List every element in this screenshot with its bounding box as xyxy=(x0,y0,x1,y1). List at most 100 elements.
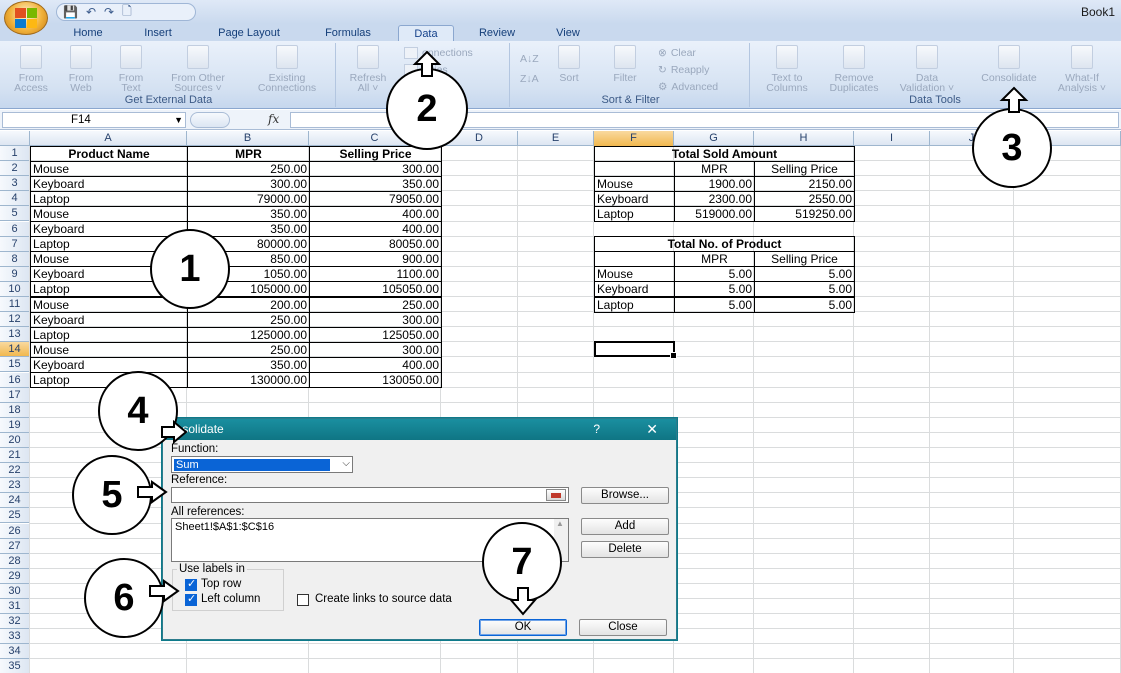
row-header-30[interactable]: 30 xyxy=(0,583,30,599)
cell[interactable]: Keyboard xyxy=(30,221,188,238)
row-header-4[interactable]: 4 xyxy=(0,191,30,207)
cell[interactable]: Keyboard xyxy=(30,311,188,328)
help-icon[interactable]: ? xyxy=(593,419,600,440)
row-header-13[interactable]: 13 xyxy=(0,327,30,343)
text-to-columns-button[interactable]: Text to Columns xyxy=(758,45,816,93)
row-header-10[interactable]: 10 xyxy=(0,281,30,297)
formula-controls[interactable] xyxy=(190,112,230,128)
office-button[interactable] xyxy=(4,1,48,35)
row-header-2[interactable]: 2 xyxy=(0,161,30,177)
tab-view[interactable]: View xyxy=(540,25,596,41)
cell[interactable]: Selling Price xyxy=(754,251,855,268)
cell[interactable]: 2550.00 xyxy=(754,190,855,207)
cell[interactable]: 5.00 xyxy=(674,296,755,313)
tab-home[interactable]: Home xyxy=(62,25,114,41)
cell[interactable]: Laptop xyxy=(594,296,675,313)
cell[interactable]: 1900.00 xyxy=(674,175,755,192)
cell[interactable]: 300.00 xyxy=(309,341,442,358)
cell[interactable]: Mouse xyxy=(30,160,188,177)
row-header-32[interactable]: 32 xyxy=(0,614,30,630)
what-if-analysis-button[interactable]: What-If Analysis ˅ xyxy=(1050,45,1114,93)
save-icon[interactable]: 💾 xyxy=(63,5,78,19)
cell[interactable]: 900.00 xyxy=(309,251,442,268)
cell[interactable]: Keyboard xyxy=(30,175,188,192)
cell[interactable]: 105050.00 xyxy=(309,281,442,298)
cell[interactable]: Keyboard xyxy=(594,190,675,207)
cell[interactable]: 80050.00 xyxy=(309,236,442,253)
cell[interactable]: 400.00 xyxy=(309,205,442,222)
column-header-g[interactable]: G xyxy=(674,131,754,146)
row-header-35[interactable]: 35 xyxy=(0,659,30,673)
add-button[interactable]: Add xyxy=(581,518,669,535)
cell[interactable]: 250.00 xyxy=(187,160,310,177)
row-header-33[interactable]: 33 xyxy=(0,629,30,645)
row-header-16[interactable]: 16 xyxy=(0,372,30,388)
row-header-6[interactable]: 6 xyxy=(0,221,30,237)
cell[interactable]: 130050.00 xyxy=(309,372,442,389)
close-button[interactable]: Close xyxy=(579,619,667,636)
cell[interactable]: 5.00 xyxy=(674,266,755,283)
tab-formulas[interactable]: Formulas xyxy=(312,25,384,41)
active-cell-f14[interactable] xyxy=(594,341,677,359)
row-header-27[interactable]: 27 xyxy=(0,538,30,554)
delete-button[interactable]: Delete xyxy=(581,541,669,558)
name-box[interactable]: F14 ▼ xyxy=(2,112,186,128)
refresh-all-button[interactable]: Refresh All ˅ xyxy=(342,45,394,93)
from-web-button[interactable]: From Web xyxy=(58,45,104,93)
row-header-21[interactable]: 21 xyxy=(0,448,30,464)
row-header-18[interactable]: 18 xyxy=(0,402,30,418)
cell[interactable]: 250.00 xyxy=(309,296,442,313)
cell[interactable]: 1100.00 xyxy=(309,266,442,283)
browse-button[interactable]: Browse... xyxy=(581,487,669,504)
row-header-1[interactable]: 1 xyxy=(0,146,30,162)
cell[interactable]: Product Name xyxy=(30,145,188,162)
cell[interactable]: Mouse xyxy=(30,205,188,222)
advanced-button[interactable]: ⚙ Advanced xyxy=(658,81,718,93)
cell[interactable]: Total No. of Product xyxy=(594,236,855,253)
cell[interactable]: Keyboard xyxy=(30,356,188,373)
row-header-29[interactable]: 29 xyxy=(0,568,30,584)
cell[interactable]: Laptop xyxy=(594,205,675,222)
top-row-checkbox[interactable] xyxy=(185,577,197,591)
from-text-button[interactable]: From Text xyxy=(108,45,154,93)
cell[interactable]: 300.00 xyxy=(187,175,310,192)
print-preview-icon[interactable]: 🗋 xyxy=(122,2,132,23)
undo-icon[interactable]: ↶ xyxy=(86,5,96,19)
cell[interactable]: 300.00 xyxy=(309,160,442,177)
cell[interactable]: 300.00 xyxy=(309,311,442,328)
cell[interactable]: MPR xyxy=(674,160,755,177)
row-header-5[interactable]: 5 xyxy=(0,206,30,222)
reference-input[interactable] xyxy=(171,487,569,503)
column-header-b[interactable]: B xyxy=(187,131,309,146)
consolidate-button[interactable]: Consolidate xyxy=(970,45,1048,83)
column-header-i[interactable]: I xyxy=(854,131,930,146)
close-icon[interactable]: ✕ xyxy=(646,419,658,440)
row-header-20[interactable]: 20 xyxy=(0,432,30,448)
row-header-3[interactable]: 3 xyxy=(0,176,30,192)
row-header-31[interactable]: 31 xyxy=(0,599,30,615)
row-header-7[interactable]: 7 xyxy=(0,236,30,252)
row-header-28[interactable]: 28 xyxy=(0,553,30,569)
cell[interactable]: 130000.00 xyxy=(187,372,310,389)
tab-page-layout[interactable]: Page Layout xyxy=(206,25,292,41)
cell[interactable]: Selling Price xyxy=(754,160,855,177)
cell[interactable]: Laptop xyxy=(30,190,188,207)
redo-icon[interactable]: ↷ xyxy=(104,5,114,19)
collapse-dialog-icon[interactable] xyxy=(546,489,566,501)
cell[interactable]: 350.00 xyxy=(187,356,310,373)
row-header-22[interactable]: 22 xyxy=(0,463,30,479)
cell[interactable]: 2300.00 xyxy=(674,190,755,207)
row-header-26[interactable]: 26 xyxy=(0,523,30,539)
cell[interactable]: Mouse xyxy=(594,266,675,283)
list-item[interactable]: Sheet1!$A$1:$C$16 xyxy=(175,521,274,533)
row-header-15[interactable]: 15 xyxy=(0,357,30,373)
cell[interactable]: 79050.00 xyxy=(309,190,442,207)
row-header-34[interactable]: 34 xyxy=(0,644,30,660)
filter-button[interactable]: Filter xyxy=(604,45,646,83)
chevron-down-icon[interactable]: ▼ xyxy=(174,113,183,127)
sort-button[interactable]: Sort xyxy=(548,45,590,83)
column-header-h[interactable]: H xyxy=(754,131,854,146)
cell[interactable]: Keyboard xyxy=(594,281,675,298)
left-column-checkbox[interactable] xyxy=(185,592,197,606)
cell[interactable]: 125050.00 xyxy=(309,326,442,343)
